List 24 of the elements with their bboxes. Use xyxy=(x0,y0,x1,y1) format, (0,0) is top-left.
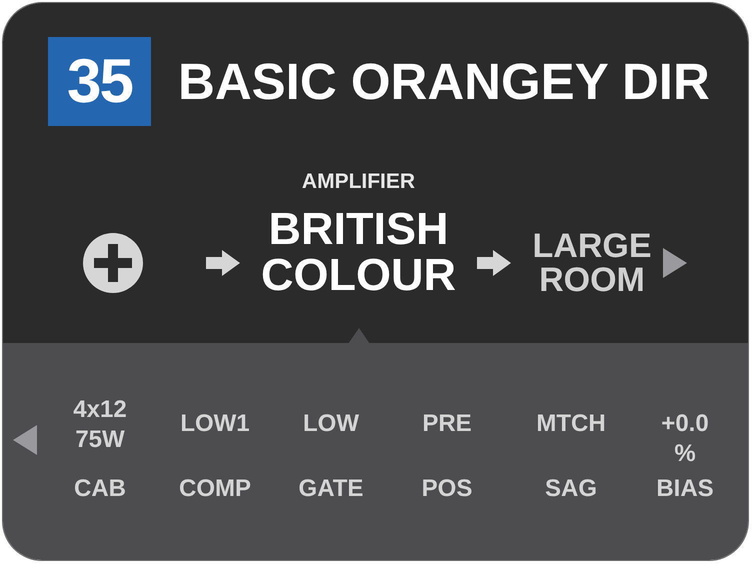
param-value[interactable]: PRE xyxy=(422,395,472,475)
param-value[interactable]: LOW xyxy=(303,395,359,475)
param-value[interactable]: 4x12 75W xyxy=(73,395,127,475)
arrow-icon xyxy=(477,250,511,276)
param-value[interactable]: MTCH xyxy=(536,395,606,475)
param-label: BIAS xyxy=(656,475,714,503)
block-name: LARGE ROOM xyxy=(532,229,652,297)
param-label: COMP xyxy=(179,475,251,503)
param-label: GATE xyxy=(298,475,364,503)
preset-number: 35 xyxy=(48,37,151,126)
block-category: AMPLIFIER xyxy=(302,170,416,194)
add-block-button[interactable] xyxy=(83,233,143,293)
block-name: BRITISH COLOUR xyxy=(261,206,456,298)
param-label: CAB xyxy=(74,475,126,503)
param-label: SAG xyxy=(544,475,597,503)
arrow-icon xyxy=(206,250,240,276)
next-icon[interactable] xyxy=(663,248,687,278)
previous-icon[interactable] xyxy=(13,425,37,455)
effect-block[interactable]: LARGE ROOM xyxy=(517,229,667,297)
plus-icon xyxy=(83,233,143,293)
param-value[interactable]: +0.0 % xyxy=(661,395,709,475)
param-label: POS xyxy=(422,475,472,503)
preset-name: BASIC ORANGEY DIR xyxy=(178,52,710,111)
param-value[interactable]: LOW1 xyxy=(180,395,250,475)
